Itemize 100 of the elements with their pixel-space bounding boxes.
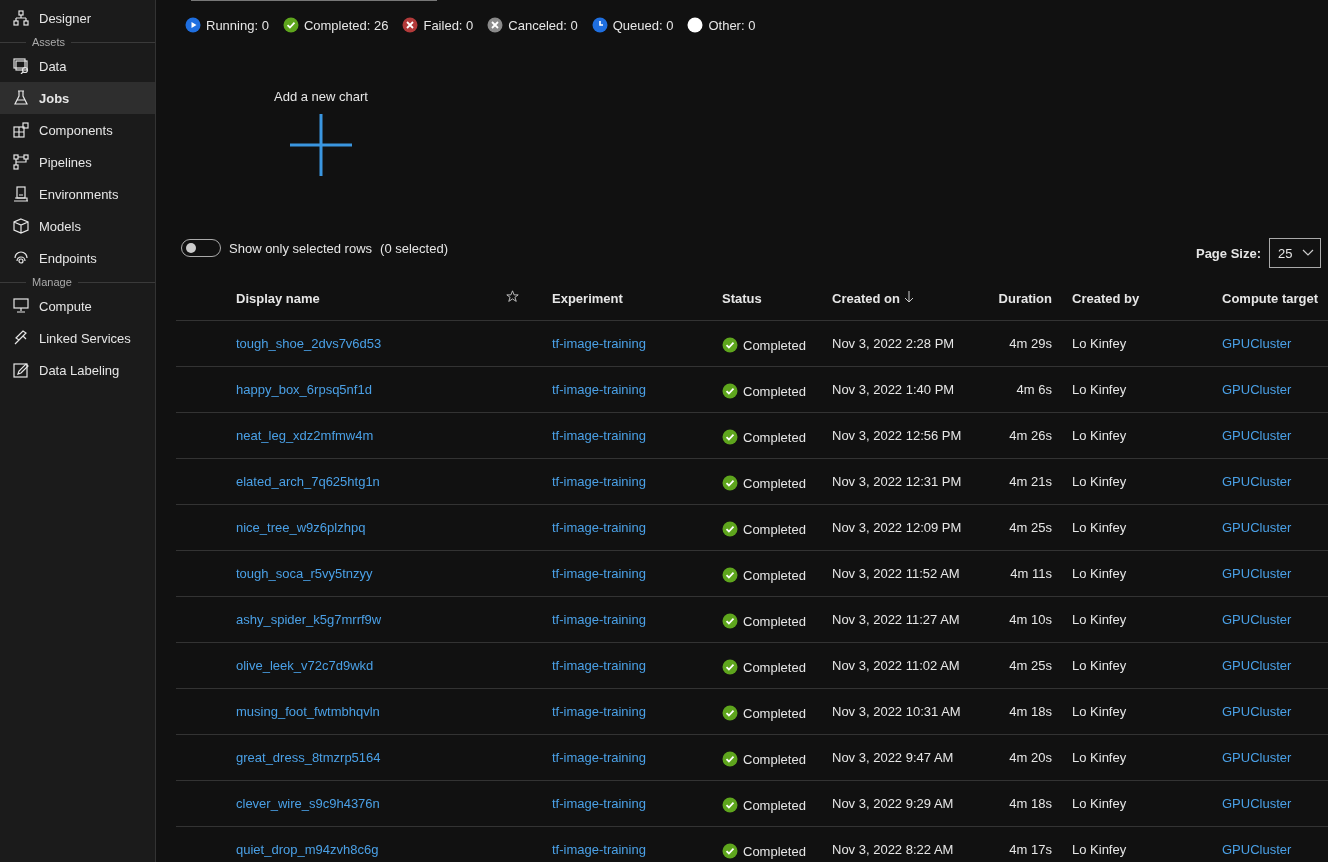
star-icon[interactable]: [506, 290, 519, 303]
nav-item[interactable]: Data: [0, 50, 155, 82]
nav-icon: [13, 90, 29, 106]
job-link[interactable]: musing_foot_fwtmbhqvln: [236, 704, 380, 719]
job-link[interactable]: ashy_spider_k5g7mrrf9w: [236, 612, 382, 627]
compute-link[interactable]: GPUCluster: [1222, 750, 1292, 765]
experiment-link[interactable]: tf-image-training: [552, 658, 646, 673]
table-cell: 4m 18s: [1009, 704, 1052, 719]
table-cell: Lo Kinfey: [1072, 382, 1127, 397]
nav-icon: [13, 250, 29, 266]
table-cell: 4m 18s: [1009, 796, 1052, 811]
job-link[interactable]: elated_arch_7q625htg1n: [236, 474, 380, 489]
job-link[interactable]: olive_leek_v72c7d9wkd: [236, 658, 374, 673]
table-cell: Lo Kinfey: [1072, 428, 1127, 443]
experiment-link[interactable]: tf-image-training: [552, 842, 646, 857]
status-count: Other: 0: [708, 17, 756, 33]
table-cell: Nov 3, 2022 12:09 PM: [832, 520, 962, 535]
nav-item[interactable]: Jobs: [0, 82, 155, 114]
status-text: Completed: [743, 797, 806, 813]
job-link[interactable]: neat_leg_xdz2mfmw4m: [236, 428, 374, 443]
sort-arrow-icon: [903, 290, 914, 303]
toggle-switch[interactable]: [181, 239, 221, 257]
nav-item[interactable]: Data Labeling: [0, 354, 155, 386]
table-cell: 4m 25s: [1009, 520, 1052, 535]
nav-item[interactable]: Endpoints: [0, 242, 155, 274]
nav-item[interactable]: Pipelines: [0, 146, 155, 178]
job-link[interactable]: nice_tree_w9z6plzhpq: [236, 520, 366, 535]
check-icon: [722, 843, 738, 859]
add-chart-button[interactable]: [290, 114, 352, 176]
column-header[interactable]: Duration: [998, 290, 1052, 306]
status-text: Completed: [743, 659, 806, 675]
column-header[interactable]: Compute target: [1222, 290, 1319, 306]
section-heading: Manage: [32, 276, 72, 288]
table-cell: Lo Kinfey: [1072, 704, 1127, 719]
check-icon: [722, 567, 738, 583]
chevron-icon: [1302, 249, 1314, 257]
table-cell: Nov 3, 2022 2:28 PM: [832, 336, 955, 351]
page-size-dropdown[interactable]: 25: [1269, 238, 1321, 268]
experiment-link[interactable]: tf-image-training: [552, 704, 646, 719]
column-header[interactable]: Status: [722, 290, 762, 306]
check-icon: [722, 659, 738, 675]
column-header[interactable]: Created on: [832, 290, 900, 306]
status-text: Completed: [743, 567, 806, 583]
table-cell: Lo Kinfey: [1072, 566, 1127, 581]
experiment-link[interactable]: tf-image-training: [552, 520, 646, 535]
job-link[interactable]: quiet_drop_m94zvh8c6g: [236, 842, 379, 857]
compute-link[interactable]: GPUCluster: [1222, 382, 1292, 397]
nav-icon: [13, 58, 29, 74]
compute-link[interactable]: GPUCluster: [1222, 658, 1292, 673]
table-cell: 4m 25s: [1009, 658, 1052, 673]
table-cell: Nov 3, 2022 9:47 AM: [832, 750, 954, 765]
check-icon: [282, 17, 299, 33]
check-icon: [722, 521, 738, 537]
table-cell: Lo Kinfey: [1072, 796, 1127, 811]
column-header[interactable]: Created by: [1072, 290, 1140, 306]
table-cell: 4m 29s: [1009, 336, 1052, 351]
experiment-link[interactable]: tf-image-training: [552, 566, 646, 581]
status-count: Queued: 0: [612, 17, 674, 33]
experiment-link[interactable]: tf-image-training: [552, 382, 646, 397]
experiment-link[interactable]: tf-image-training: [552, 796, 646, 811]
compute-link[interactable]: GPUCluster: [1222, 336, 1292, 351]
job-link[interactable]: clever_wire_s9c9h4376n: [236, 796, 380, 811]
experiment-link[interactable]: tf-image-training: [552, 612, 646, 627]
nav-item[interactable]: Models: [0, 210, 155, 242]
experiment-link[interactable]: tf-image-training: [552, 428, 646, 443]
toggle-label: Show only selected rows: [229, 240, 373, 256]
table-cell: Nov 3, 2022 8:22 AM: [832, 842, 954, 857]
experiment-link[interactable]: tf-image-training: [552, 336, 646, 351]
check-icon: [722, 613, 738, 629]
experiment-link[interactable]: tf-image-training: [552, 750, 646, 765]
column-header[interactable]: Display name: [236, 290, 320, 306]
page-size-label: Page Size:: [1195, 245, 1261, 261]
compute-link[interactable]: GPUCluster: [1222, 566, 1292, 581]
compute-link[interactable]: GPUCluster: [1222, 474, 1292, 489]
status-text: Completed: [743, 613, 806, 629]
nav-icon: [13, 298, 29, 314]
status-count: Running: 0: [206, 17, 269, 33]
nav-item[interactable]: Designer: [0, 2, 155, 34]
nav-item[interactable]: Linked Services: [0, 322, 155, 354]
status-text: Completed: [743, 475, 806, 491]
nav-item[interactable]: Environments: [0, 178, 155, 210]
compute-link[interactable]: GPUCluster: [1222, 842, 1292, 857]
table-cell: Lo Kinfey: [1072, 474, 1127, 489]
nav-item[interactable]: Compute: [0, 290, 155, 322]
compute-link[interactable]: GPUCluster: [1222, 520, 1292, 535]
compute-link[interactable]: GPUCluster: [1222, 796, 1292, 811]
check-icon: [722, 705, 738, 721]
job-link[interactable]: tough_soca_r5vy5tnzyy: [236, 566, 373, 581]
nav-icon: [13, 186, 29, 202]
experiment-link[interactable]: tf-image-training: [552, 474, 646, 489]
column-header[interactable]: Experiment: [552, 290, 623, 306]
job-link[interactable]: great_dress_8tmzrp5164: [236, 750, 381, 765]
job-link[interactable]: tough_shoe_2dvs7v6d53: [236, 336, 382, 351]
compute-link[interactable]: GPUCluster: [1222, 704, 1292, 719]
compute-link[interactable]: GPUCluster: [1222, 612, 1292, 627]
job-link[interactable]: happy_box_6rpsq5nf1d: [236, 382, 372, 397]
nav-item[interactable]: Components: [0, 114, 155, 146]
nav-icon: [13, 330, 29, 346]
compute-link[interactable]: GPUCluster: [1222, 428, 1292, 443]
table-cell: 4m 6s: [1016, 382, 1052, 397]
